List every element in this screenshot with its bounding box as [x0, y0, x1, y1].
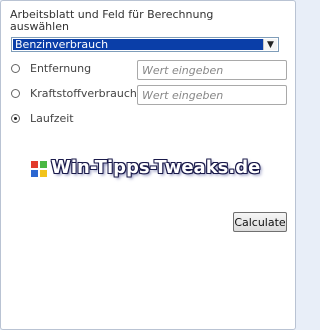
calculate-button[interactable]: Calculate	[233, 212, 287, 232]
option-laufzeit-row: Laufzeit	[11, 110, 291, 130]
radio-entfernung-label: Entfernung	[30, 62, 92, 75]
option-entfernung-row: Entfernung	[11, 60, 291, 80]
calculator-panel: Arbeitsblatt und Feld für Berechnung aus…	[0, 0, 296, 330]
watermark-text: Win-Tipps-Tweaks.de	[51, 157, 261, 178]
radio-laufzeit-label: Laufzeit	[30, 112, 74, 125]
chevron-down-icon[interactable]: ▼	[263, 39, 277, 50]
entfernung-input[interactable]	[137, 60, 287, 80]
section-label: Arbeitsblatt und Feld für Berechnung aus…	[10, 8, 214, 33]
kraftstoffverbrauch-input[interactable]	[137, 85, 287, 105]
radio-kraftstoffverbrauch-label: Kraftstoffverbrauch	[30, 87, 137, 100]
option-kraftstoffverbrauch-row: Kraftstoffverbrauch	[11, 85, 291, 105]
radio-kraftstoffverbrauch[interactable]	[11, 89, 20, 98]
radio-entfernung[interactable]	[11, 64, 20, 73]
watermark-logo: Win-Tipps-Tweaks.de	[31, 157, 260, 179]
radio-laufzeit[interactable]	[11, 114, 20, 123]
sheet-field-select[interactable]: Benzinverbrauch ▼	[11, 37, 279, 52]
windows-logo-icon	[31, 161, 47, 177]
sheet-field-selected-value: Benzinverbrauch	[13, 39, 263, 50]
